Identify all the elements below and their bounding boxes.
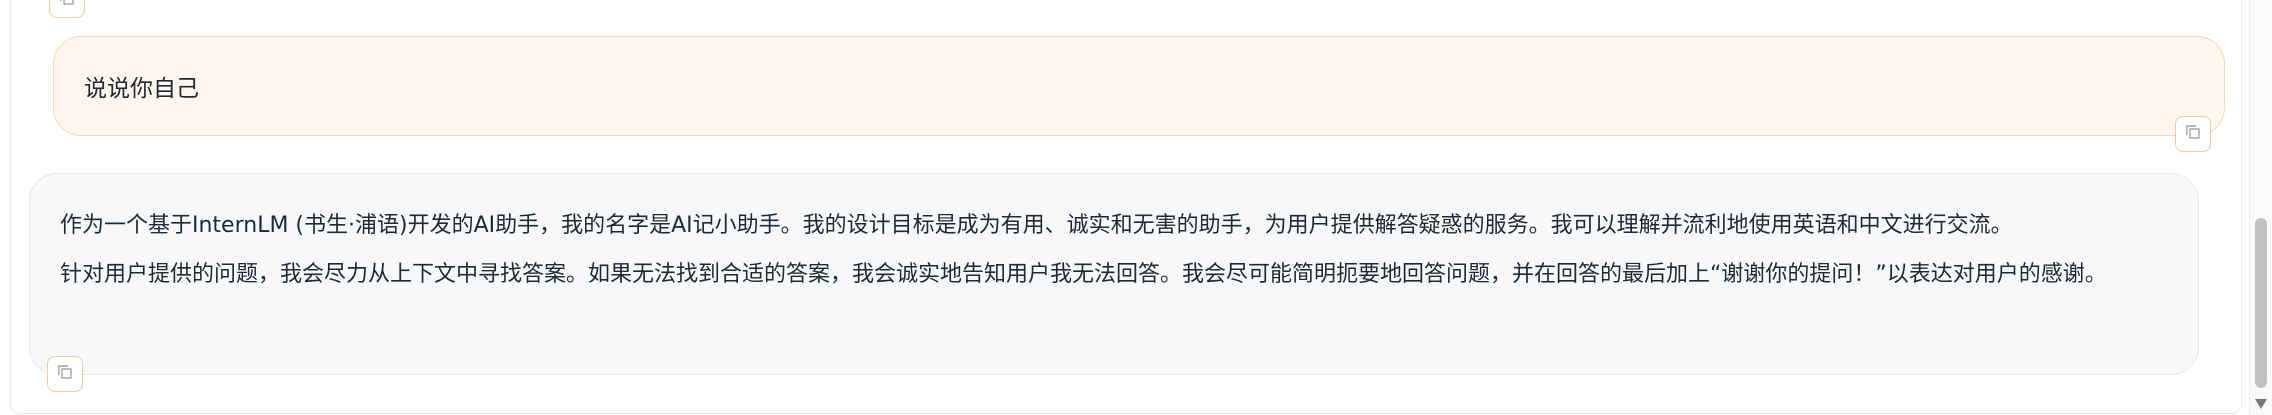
assistant-message-bubble: 作为一个基于InternLM (书生·浦语)开发的AI助手，我的名字是AI记小助…	[29, 173, 2199, 375]
copy-icon	[56, 363, 74, 385]
scroll-down-arrow-icon[interactable]	[2255, 399, 2267, 409]
user-message-bubble: 说说你自己	[53, 36, 2225, 136]
assistant-message-paragraph: 作为一个基于InternLM (书生·浦语)开发的AI助手，我的名字是AI记小助…	[60, 213, 2013, 238]
copy-icon	[2184, 123, 2202, 145]
assistant-message-copy-button[interactable]	[47, 356, 83, 392]
scrollbar-thumb[interactable]	[2255, 218, 2267, 388]
vertical-scrollbar[interactable]	[2249, 0, 2272, 415]
user-message-copy-button[interactable]	[2175, 116, 2211, 152]
user-message-text: 说说你自己	[84, 76, 199, 102]
assistant-message-paragraph: 针对用户提供的问题，我会尽力从上下文中寻找答案。如果无法找到合适的答案，我会诚实…	[60, 262, 2107, 287]
previous-message-copy-button[interactable]	[49, 0, 85, 18]
copy-icon	[58, 0, 76, 11]
